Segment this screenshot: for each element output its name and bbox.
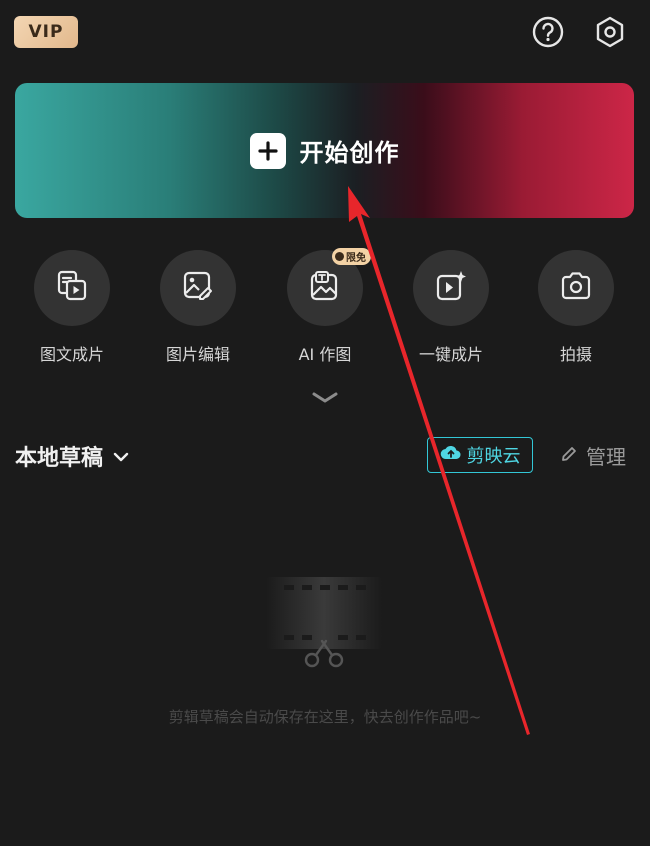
annotation-arrow: [348, 186, 530, 735]
